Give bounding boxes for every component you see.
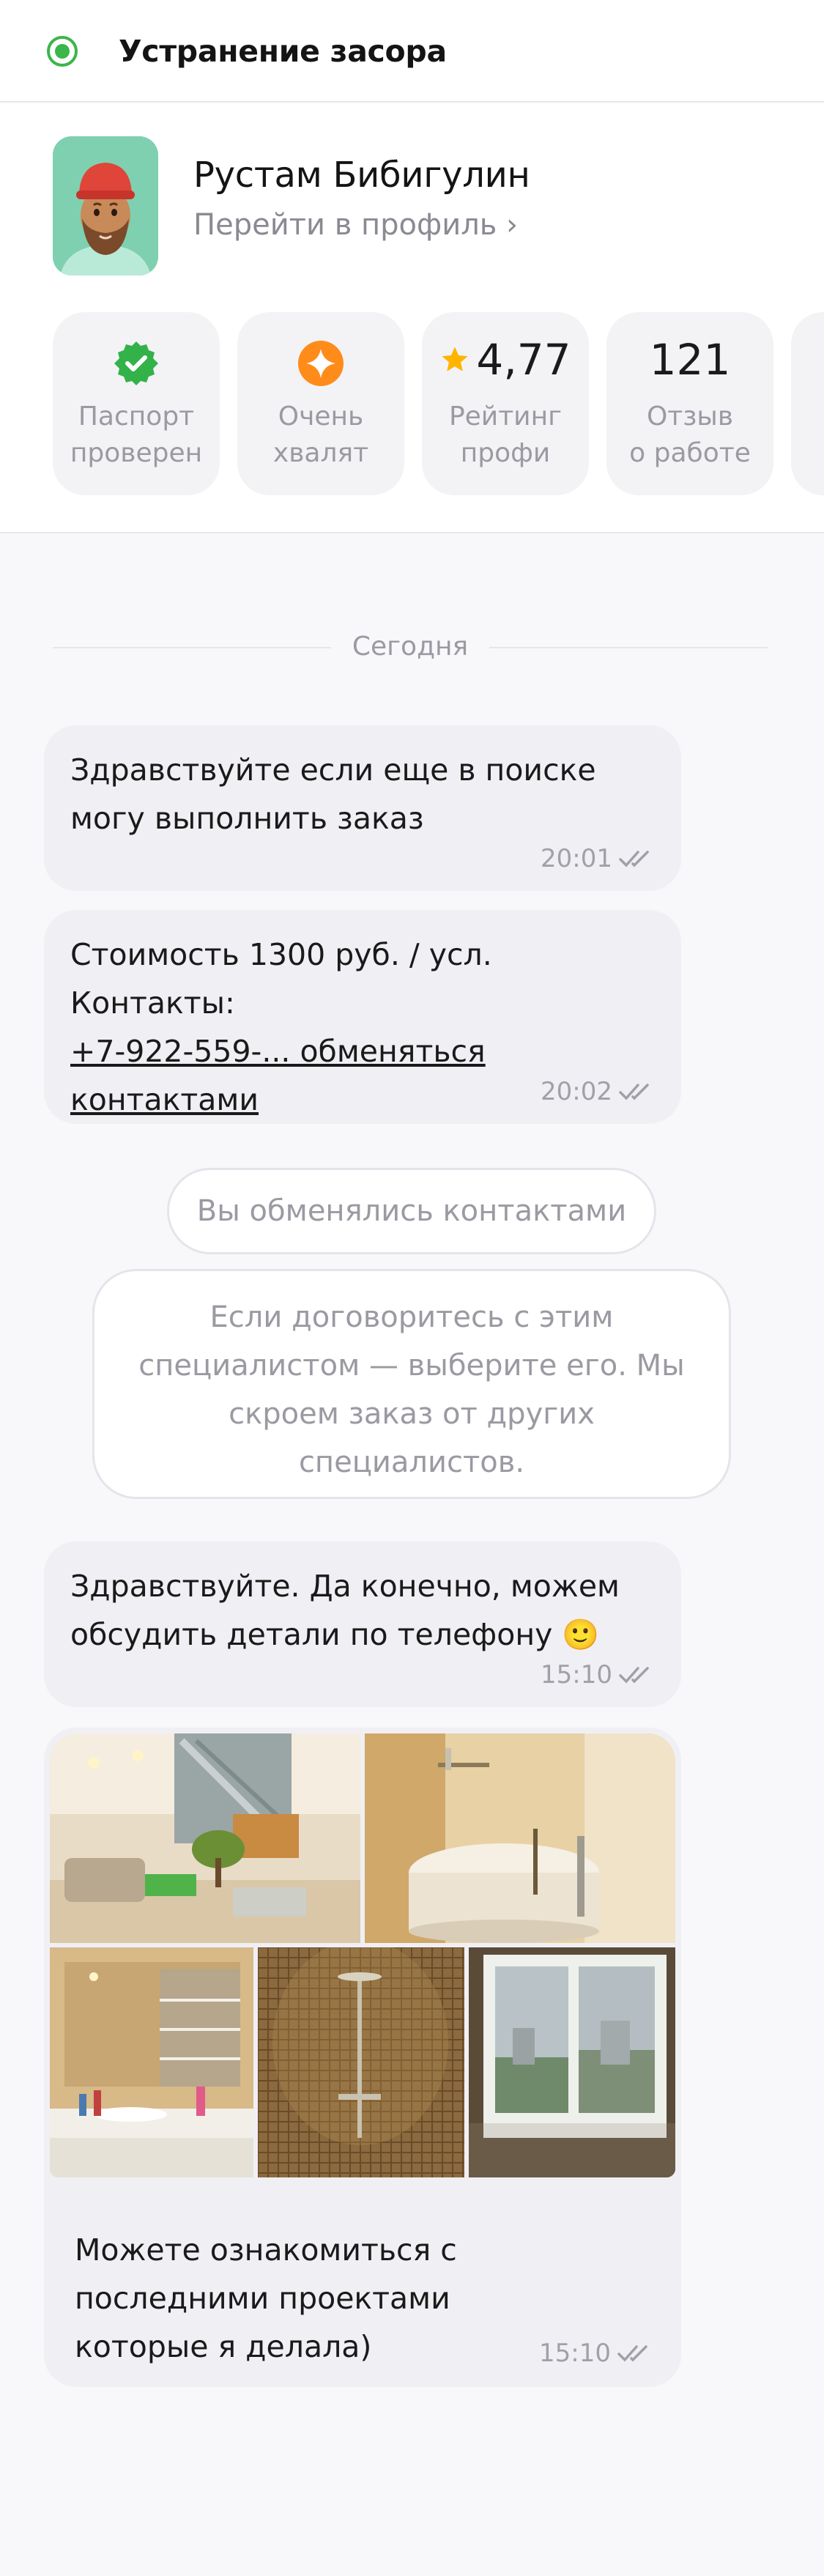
double-check-icon (619, 851, 649, 867)
profile-link[interactable]: Перейти в профиль › (193, 205, 518, 245)
double-check-icon (617, 2345, 647, 2362)
message-meta: 15:10 (539, 2337, 653, 2369)
message-bubble[interactable]: Здравствуйте. Да конечно, можем обсудить… (44, 1541, 681, 1707)
message-time: 20:02 (541, 1077, 612, 1106)
verified-check-icon (113, 340, 160, 390)
date-separator: Сегодня (53, 629, 768, 665)
top-bar: Устранение засора (0, 0, 824, 103)
exchange-contacts-link[interactable]: контактами (70, 1082, 259, 1117)
badges-row: Паспорт проверен Очень хвалят 4,77 Рейти… (53, 312, 824, 495)
reviews-count: 121 (649, 335, 731, 385)
photo-thumbnail[interactable] (258, 1947, 464, 2177)
message-time: 20:01 (541, 844, 612, 873)
photo-thumbnail[interactable] (469, 1947, 675, 2177)
message-time: 15:10 (541, 1660, 612, 1689)
message-meta: 15:10 (541, 1659, 655, 1691)
photo-thumbnail[interactable] (50, 1947, 253, 2177)
photo-message-bubble[interactable]: Можете ознакомиться с последними проекта… (44, 1728, 681, 2387)
double-check-icon (619, 1084, 649, 1100)
message-bubble[interactable]: Стоимость 1300 руб. / усл. Контакты: +7-… (44, 910, 681, 1124)
contacts-exchanged-pill: Вы обменялись контактами (167, 1168, 656, 1254)
choose-specialist-notice: Если договоритесь с этим специалистом — … (92, 1269, 731, 1499)
photo-thumbnail[interactable] (365, 1733, 675, 1943)
star-sparkle-icon (297, 340, 344, 390)
rating-value: 4,77 (476, 335, 571, 385)
task-title[interactable]: Устранение засора (119, 29, 447, 73)
badge-rating[interactable]: 4,77 Рейтинг профи (422, 312, 589, 495)
photo-grid (50, 1733, 675, 2177)
message-meta: 20:02 (541, 1076, 655, 1108)
badge-passport-verified[interactable]: Паспорт проверен (53, 312, 220, 495)
photo-thumbnail[interactable] (50, 1733, 360, 1943)
message-time: 15:10 (539, 2339, 611, 2368)
message-meta: 20:01 (541, 843, 655, 875)
specialist-name[interactable]: Рустам Бибигулин (193, 152, 530, 198)
badge-reviews[interactable]: 121 Отзыв о работе (606, 312, 773, 495)
avatar[interactable] (53, 136, 158, 275)
status-indicator-icon (47, 36, 78, 67)
exchange-contacts-link[interactable]: +7-922-559-... обменяться (70, 1034, 486, 1069)
badge-partial[interactable] (791, 312, 824, 495)
star-icon (442, 347, 468, 371)
profile-card: Рустам Бибигулин Перейти в профиль › Пас… (0, 103, 824, 533)
message-bubble[interactable]: Здравствуйте если еще в поиске могу выпо… (44, 725, 681, 891)
badge-highly-praised[interactable]: Очень хвалят (237, 312, 404, 495)
double-check-icon (619, 1667, 649, 1684)
